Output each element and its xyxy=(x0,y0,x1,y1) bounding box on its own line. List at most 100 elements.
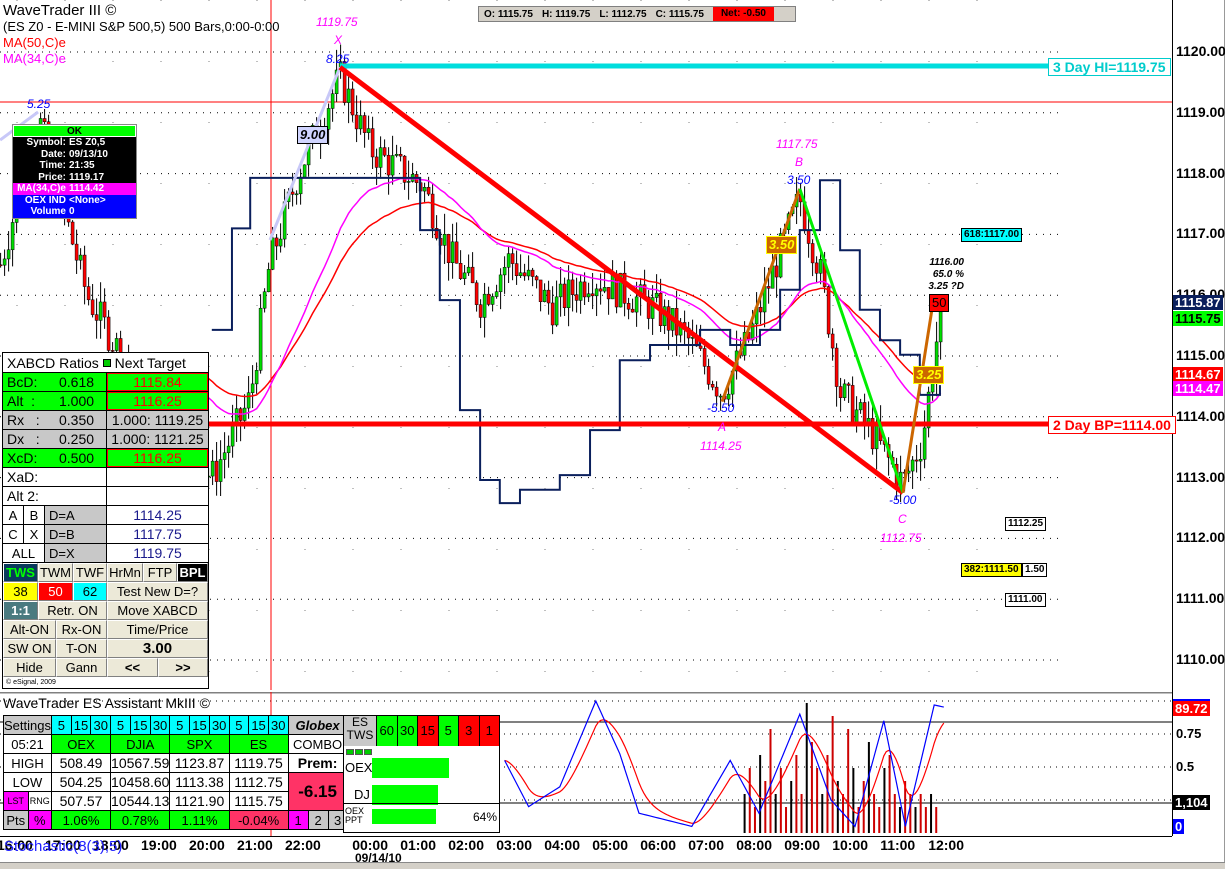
last-value: 1121.90 xyxy=(169,791,230,811)
candle-up xyxy=(258,307,263,371)
tws-frame-1[interactable]: 1 xyxy=(479,716,500,746)
data-window-ok-button[interactable]: OK xyxy=(13,125,136,137)
point-button-C[interactable]: C xyxy=(3,525,24,543)
settings-button[interactable]: Settings xyxy=(3,715,52,735)
candle-up xyxy=(330,93,335,109)
projection-info: 1116.00 65.0 % 3.25 ?D xyxy=(922,257,964,293)
sw-on-button[interactable]: SW ON xyxy=(3,639,56,658)
time-price-button[interactable]: Time/Price xyxy=(107,620,208,639)
xabcd-row-6[interactable]: Alt 2: xyxy=(3,487,208,506)
interval-button[interactable]: 5 xyxy=(169,715,191,735)
hrmn-button[interactable]: HrMn xyxy=(107,563,143,582)
proj-pts: 3.25 ?D xyxy=(928,281,964,292)
candle-up xyxy=(462,272,467,279)
interval-button[interactable]: 15 xyxy=(129,715,151,735)
tws-frame-5[interactable]: 5 xyxy=(438,716,459,746)
price-tick: 1118.00 xyxy=(1176,164,1225,181)
fib-62-button[interactable]: 62 xyxy=(73,582,107,601)
candle-up xyxy=(230,424,235,447)
tws-button[interactable]: TWS xyxy=(3,563,38,582)
candle-up xyxy=(518,272,523,276)
xabcd-row-3[interactable]: Dx : 0.250 1.000: 1121.25 xyxy=(3,430,208,449)
tws-frame-60[interactable]: 60 xyxy=(377,716,398,746)
interval-button[interactable]: 15 xyxy=(248,715,269,735)
oex-progress-bar xyxy=(372,758,449,778)
time-tick: 07:00 xyxy=(688,837,724,853)
time-price-value[interactable]: 3.00 xyxy=(107,639,208,658)
candle-down xyxy=(606,287,611,300)
fib-50-button[interactable]: 50 xyxy=(38,582,73,601)
low-value: 1112.75 xyxy=(228,772,289,792)
gann-button[interactable]: Gann xyxy=(56,658,107,677)
candle-down xyxy=(0,264,3,267)
candle-up xyxy=(358,115,363,130)
candle-up xyxy=(218,459,223,482)
alt-on-button[interactable]: Alt-ON xyxy=(3,620,56,639)
bpl-button[interactable]: BPL xyxy=(177,563,208,582)
retr-on-button[interactable]: Retr. ON xyxy=(38,601,107,620)
move-xabcd-button[interactable]: Move XABCD xyxy=(107,601,208,620)
fib-38-button[interactable]: 38 xyxy=(3,582,38,601)
toggle-square-icon[interactable] xyxy=(102,358,111,367)
three-day-high-label: 3 Day HI=1119.75 xyxy=(1048,58,1171,76)
prev-button[interactable]: << xyxy=(107,658,158,677)
lst-button[interactable]: LST xyxy=(3,791,29,811)
rx-on-button[interactable]: Rx-ON xyxy=(56,620,107,639)
interval-button[interactable]: 30 xyxy=(208,715,230,735)
interval-button[interactable]: 5 xyxy=(228,715,250,735)
point-button-A[interactable]: A xyxy=(3,506,24,524)
tws-frame-3[interactable]: 3 xyxy=(459,716,480,746)
twm-button[interactable]: TWM xyxy=(38,563,73,582)
next-button[interactable]: >> xyxy=(158,658,208,677)
interval-button[interactable]: 5 xyxy=(110,715,131,735)
candle-down xyxy=(102,301,107,318)
ratio-value: 0.250 xyxy=(59,431,95,447)
ftp-button[interactable]: FTP xyxy=(143,563,177,582)
xabcd-row-2[interactable]: Rx : 0.350 1.000: 1119.25 xyxy=(3,411,208,430)
xabcd-row-1[interactable]: Alt : 1.000 1116.25 xyxy=(3,392,208,411)
time-tick: 11:00 xyxy=(880,837,916,853)
candle-up xyxy=(222,452,227,460)
point-button-B[interactable]: B xyxy=(24,506,45,524)
interval-button[interactable]: 15 xyxy=(70,715,92,735)
xabcd-row-5[interactable]: XaD: xyxy=(3,468,208,487)
data-window[interactable]: OK Symbol: ES Z0,5 Date: 09/13/10 Time: 21:… xyxy=(12,124,137,219)
ohlc-bar: O: 1115.75 H: 1119.75 L: 1112.75 C: 1115… xyxy=(478,6,796,22)
price-tick: 1120.00 xyxy=(1176,43,1225,59)
page-button[interactable]: 2 xyxy=(307,810,329,830)
price-tick: 1114.00 xyxy=(1176,407,1225,424)
xabcd-row-4[interactable]: XcD: 0.500 1116.25 xyxy=(3,449,208,468)
status-light xyxy=(364,749,372,755)
test-new-d-button[interactable]: Test New D=? xyxy=(107,582,208,601)
tws-frame-15[interactable]: 15 xyxy=(418,716,439,746)
interval-button[interactable]: 30 xyxy=(267,715,289,735)
dw-key: MA(34,C)e xyxy=(17,183,66,194)
dw-key: Time: xyxy=(39,160,67,171)
hide-button[interactable]: Hide xyxy=(3,658,56,677)
twf-button[interactable]: TWF xyxy=(73,563,107,582)
t-on-button[interactable]: T-ON xyxy=(56,639,107,658)
tick-05: 0.5 xyxy=(1176,759,1195,774)
last-value: 10544.13 xyxy=(110,791,171,811)
point-button-all[interactable]: ALL xyxy=(3,544,45,562)
pct-button[interactable]: % xyxy=(27,810,52,830)
interval-button[interactable]: 5 xyxy=(50,715,72,735)
interval-button[interactable]: 30 xyxy=(90,715,112,735)
candle-up xyxy=(6,249,11,260)
candle-up xyxy=(490,296,495,305)
point-button-X[interactable]: X xyxy=(24,525,45,543)
xabcd-row-0[interactable]: BcD: 0.618 1115.84 xyxy=(3,373,208,392)
interval-button[interactable]: 15 xyxy=(189,715,210,735)
pts-button[interactable]: Pts xyxy=(3,810,29,830)
tws-frame-30[interactable]: 30 xyxy=(397,716,418,746)
b-swing-label: 3.50 xyxy=(787,173,811,187)
price-tick: 1115.00 xyxy=(1176,347,1225,363)
xa-leg-label: 9.00 xyxy=(297,126,329,144)
interval-button[interactable]: 30 xyxy=(149,715,171,735)
rng-button[interactable]: RNG xyxy=(27,791,52,811)
candle-up xyxy=(2,258,7,266)
candle-up xyxy=(910,459,915,472)
fib-382-diff-label: 1.50 xyxy=(1022,563,1048,577)
ratio-1-1-button[interactable]: 1:1 xyxy=(3,601,38,620)
page-button[interactable]: 1 xyxy=(287,810,309,830)
